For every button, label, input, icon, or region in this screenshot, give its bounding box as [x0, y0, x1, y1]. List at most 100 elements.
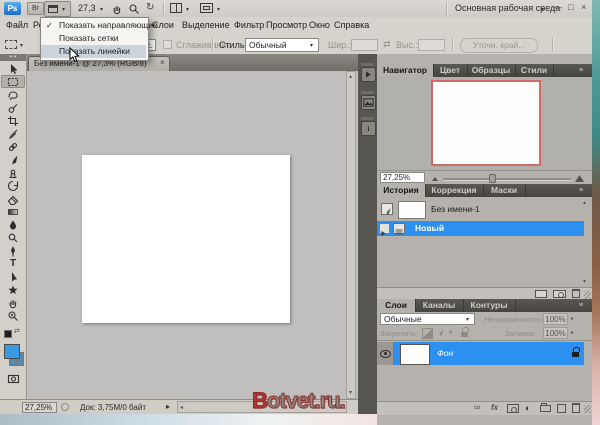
scroll-up-icon[interactable]: ▴ [349, 74, 352, 80]
layer-row[interactable]: Фон [377, 342, 584, 365]
maximize-button[interactable]: □ [568, 2, 573, 12]
tab-layers[interactable]: Слои [377, 299, 416, 312]
eraser-tool[interactable] [1, 192, 25, 205]
new-group-icon[interactable] [540, 405, 551, 412]
screen-mode-icon[interactable] [200, 3, 213, 13]
navigator-panel-menu-icon[interactable]: ≡ [579, 67, 583, 74]
collapsed-panel-button-3[interactable]: i [361, 121, 376, 136]
arrange-chevron-icon[interactable]: ▾ [186, 6, 189, 13]
status-flyout-icon[interactable]: ▸ [166, 402, 170, 411]
blur-tool[interactable] [1, 218, 25, 231]
swap-colors-icon[interactable]: ⇄ [14, 327, 20, 335]
navigator-proxy-preview[interactable] [431, 80, 541, 166]
tab-history[interactable]: История [377, 184, 426, 197]
history-state-row[interactable]: Новый [377, 221, 584, 236]
zoom-tool-icon-appbar[interactable] [127, 2, 141, 15]
zoom-out-thumbnails-icon[interactable] [431, 175, 439, 182]
menu-window[interactable]: Окно [309, 20, 330, 30]
swap-dimensions-icon[interactable]: ⇄ [383, 39, 391, 50]
tools-panel-collapse-handle[interactable]: ∗∗ [0, 54, 26, 61]
opacity-flyout-icon[interactable]: ▸ [571, 316, 574, 322]
brush-tool[interactable] [1, 153, 25, 166]
height-input[interactable] [418, 39, 445, 51]
zoom-chevron-icon[interactable]: ▾ [100, 6, 103, 13]
tab-swatches[interactable]: Образцы [467, 64, 516, 77]
arrange-documents-icon[interactable] [170, 3, 182, 13]
tab-styles[interactable]: Стили [515, 64, 554, 77]
document-tab-close-icon[interactable]: × [160, 58, 165, 67]
width-input[interactable] [351, 39, 378, 51]
clone-stamp-tool[interactable] [1, 166, 25, 179]
fill-flyout-icon[interactable]: ▸ [571, 330, 574, 336]
screen-mode-chevron-icon[interactable]: ▾ [217, 6, 220, 13]
quick-selection-tool[interactable] [1, 101, 25, 114]
minimize-button[interactable]: — [553, 2, 562, 12]
layer-name[interactable]: Фон [437, 348, 453, 358]
history-snapshot-row[interactable]: Без имени-1 [377, 199, 584, 219]
tab-paths[interactable]: Контуры [463, 299, 516, 312]
layer-thumbnail[interactable] [400, 344, 430, 365]
new-snapshot-button[interactable] [553, 290, 566, 298]
zoom-in-thumbnails-icon[interactable] [574, 173, 585, 183]
history-scroll-down-icon[interactable]: ▾ [583, 279, 586, 285]
tab-channels[interactable]: Каналы [415, 299, 464, 312]
layers-resize-grip[interactable] [584, 405, 591, 413]
path-selection-tool[interactable] [1, 270, 25, 283]
bridge-button[interactable]: Br [27, 2, 44, 15]
menu-item-show-rulers[interactable]: Показать линейки [41, 45, 146, 58]
dodge-tool[interactable] [1, 231, 25, 244]
layers-panel-menu-icon[interactable]: ≡ [579, 302, 583, 309]
close-button[interactable]: × [581, 2, 586, 12]
eyedropper-tool[interactable] [1, 127, 25, 140]
link-layers-icon[interactable]: ∞ [474, 402, 480, 412]
scroll-down-icon[interactable]: ▾ [349, 390, 352, 396]
type-tool[interactable]: T [1, 257, 25, 270]
status-zoom-input[interactable]: 27,25% [22, 402, 57, 413]
new-layer-icon[interactable] [557, 404, 566, 413]
history-resize-grip[interactable] [584, 291, 591, 299]
rotate-view-icon[interactable]: ↻ [146, 2, 154, 14]
style-combo-chevron-icon[interactable]: ▾ [310, 42, 313, 49]
navigator-zoom-input[interactable]: 27,25% [380, 172, 425, 183]
menu-help[interactable]: Справка [334, 20, 369, 30]
history-state-pointer-icon[interactable] [380, 224, 389, 233]
collapsed-panel-button-2[interactable] [361, 95, 376, 110]
set-history-source-box[interactable] [381, 203, 393, 215]
zoom-level-field[interactable]: 27,3 [78, 3, 96, 13]
foreground-color-swatch[interactable] [4, 344, 20, 359]
history-scroll-up-icon[interactable]: ▴ [583, 200, 586, 206]
workspace-switcher[interactable]: Основная рабочая среда [455, 3, 560, 13]
menu-select[interactable]: Выделение [182, 20, 230, 30]
layer-row-selection[interactable]: Фон [394, 342, 584, 365]
pen-tool[interactable] [1, 244, 25, 257]
tab-adjustments[interactable]: Коррекция [425, 184, 484, 197]
menu-item-show-grid[interactable]: Показать сетки [41, 32, 146, 45]
quick-mask-button[interactable] [1, 372, 25, 385]
document-canvas[interactable] [82, 155, 290, 323]
menu-file[interactable]: Файл [6, 20, 28, 30]
scroll-left-icon[interactable]: ◂ [180, 405, 183, 411]
refine-edge-button[interactable]: Уточн. край... [460, 38, 538, 53]
blend-mode-chevron-icon[interactable]: ▾ [466, 316, 469, 323]
fill-value[interactable]: 100% [543, 327, 568, 339]
eye-icon[interactable] [380, 350, 391, 358]
antialias-checkbox[interactable] [163, 40, 172, 49]
blend-mode-combo[interactable]: Обычные [380, 313, 475, 325]
canvas-area[interactable]: ▴ ▾ [27, 71, 358, 399]
vertical-scrollbar[interactable]: ▴ ▾ [346, 71, 356, 399]
lock-all-icon[interactable] [461, 327, 469, 337]
history-panel-menu-icon[interactable]: ≡ [579, 187, 583, 194]
gradient-tool[interactable] [1, 205, 25, 218]
layer-style-fx-icon[interactable]: fx [491, 403, 498, 412]
menu-filter[interactable]: Фильтр [234, 20, 264, 30]
lock-pixels-icon[interactable] [436, 328, 445, 338]
tab-color[interactable]: Цвет [433, 64, 468, 77]
lock-position-icon[interactable]: + [448, 327, 453, 337]
hand-tool[interactable] [1, 296, 25, 309]
add-layer-mask-icon[interactable] [507, 404, 519, 413]
spot-healing-brush-tool[interactable] [1, 140, 25, 153]
new-document-from-state-button[interactable] [535, 290, 547, 298]
lasso-tool[interactable] [1, 88, 25, 101]
tab-masks[interactable]: Маски [483, 184, 526, 197]
navigator-zoom-slider-thumb[interactable] [489, 174, 496, 183]
